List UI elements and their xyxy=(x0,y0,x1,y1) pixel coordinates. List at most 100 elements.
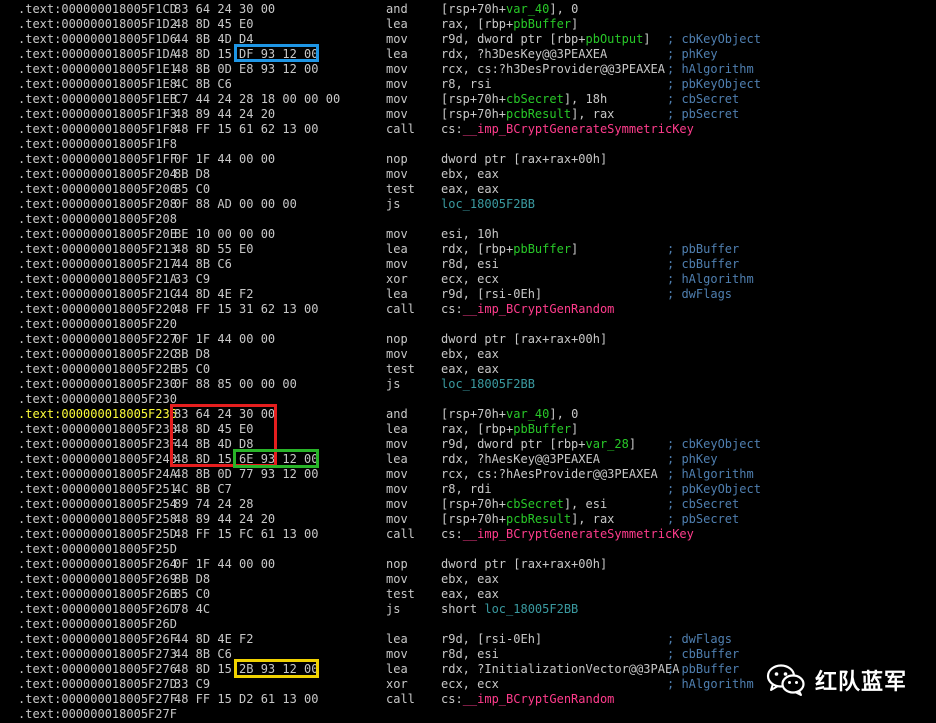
code-line[interactable]: .text:000000018005F206 85 C0 test eax, eax xyxy=(0,182,936,197)
line-address[interactable]: .text:000000018005F204 xyxy=(18,167,177,182)
line-address[interactable]: .text:000000018005F26B xyxy=(18,587,177,602)
line-address[interactable]: .text:000000018005F26D xyxy=(18,617,177,632)
code-line[interactable]: .text:000000018005F217 44 8B C6 mov r8d, es… xyxy=(0,257,936,272)
code-line[interactable]: .text:000000018005F23F 44 8B 4D D8 mov r9d,… xyxy=(0,437,936,452)
code-line[interactable]: .text:000000018005F251 4C 8B C7 mov r8, rdi… xyxy=(0,482,936,497)
operand-reference[interactable]: cbSecret xyxy=(506,92,564,106)
line-address[interactable]: .text:000000018005F264 xyxy=(18,557,177,572)
code-line[interactable]: .text:000000018005F230 xyxy=(0,392,936,407)
code-line[interactable]: .text:000000018005F22C 8B D8 mov ebx, eax xyxy=(0,347,936,362)
code-line[interactable]: .text:000000018005F243 48 8D 15 6E 93 12 … xyxy=(0,452,936,467)
code-line[interactable]: .text:000000018005F1DA 48 8D 15 DF 93 12 … xyxy=(0,47,936,62)
line-address[interactable]: .text:000000018005F227 xyxy=(18,332,177,347)
operand-reference[interactable]: pbBuffer xyxy=(513,242,571,256)
operand-reference[interactable]: pbOutput xyxy=(586,32,644,46)
line-address[interactable]: .text:000000018005F230 xyxy=(18,392,177,407)
code-line[interactable]: .text:000000018005F25D xyxy=(0,542,936,557)
line-address[interactable]: .text:000000018005F21A xyxy=(18,272,177,287)
line-address[interactable]: .text:000000018005F1F8 xyxy=(18,137,177,152)
code-line[interactable]: .text:000000018005F204 8B D8 mov ebx, eax xyxy=(0,167,936,182)
code-line[interactable]: .text:000000018005F25D 48 FF 15 FC 61 13 … xyxy=(0,527,936,542)
code-line[interactable]: .text:000000018005F23B 48 8D 45 E0 lea rax,… xyxy=(0,422,936,437)
line-address[interactable]: .text:000000018005F21C xyxy=(18,287,177,302)
code-line[interactable]: .text:000000018005F26D 78 4C js short loc_1… xyxy=(0,602,936,617)
code-line[interactable]: .text:000000018005F1D2 48 8D 45 E0 lea rax,… xyxy=(0,17,936,32)
code-line[interactable]: .text:000000018005F220 48 FF 15 31 62 13 … xyxy=(0,302,936,317)
operand-reference[interactable]: loc_18005F2BB xyxy=(484,602,578,616)
operand-reference[interactable]: __imp_BCryptGenerateSymmetricKey xyxy=(463,122,694,136)
code-line[interactable]: .text:000000018005F26F 44 8D 4E F2 lea r9d,… xyxy=(0,632,936,647)
line-address[interactable]: .text:000000018005F25D xyxy=(18,527,177,542)
code-line[interactable]: .text:000000018005F213 48 8D 55 E0 lea rdx,… xyxy=(0,242,936,257)
code-line[interactable]: .text:000000018005F254 89 74 24 28 mov [rsp… xyxy=(0,497,936,512)
line-address[interactable]: .text:000000018005F236 xyxy=(18,407,177,422)
code-line[interactable]: .text:000000018005F20E BE 10 00 00 00 mov e… xyxy=(0,227,936,242)
code-line[interactable]: .text:000000018005F1F3 48 89 44 24 20 mov [… xyxy=(0,107,936,122)
code-line[interactable]: .text:000000018005F21C 44 8D 4E F2 lea r9d,… xyxy=(0,287,936,302)
line-address[interactable]: .text:000000018005F276 xyxy=(18,662,177,677)
code-line[interactable]: .text:000000018005F269 8B D8 mov ebx, eax xyxy=(0,572,936,587)
line-address[interactable]: .text:000000018005F1DA xyxy=(18,47,177,62)
operand-reference[interactable]: pbBuffer xyxy=(513,17,571,31)
code-line[interactable]: .text:000000018005F1FF 0F 1F 44 00 00 nop d… xyxy=(0,152,936,167)
operand-reference[interactable]: var_40 xyxy=(506,2,549,16)
code-line[interactable]: .text:000000018005F1E8 4C 8B C6 mov r8, rsi… xyxy=(0,77,936,92)
operand-reference[interactable]: var_40 xyxy=(506,407,549,421)
code-line[interactable]: .text:000000018005F227 0F 1F 44 00 00 nop d… xyxy=(0,332,936,347)
disassembly-listing[interactable]: .text:000000018005F1CD 83 64 24 30 00 and[… xyxy=(0,0,936,723)
operand-reference[interactable]: loc_18005F2BB xyxy=(441,377,535,391)
code-line[interactable]: .text:000000018005F236 83 64 24 30 00 and [… xyxy=(0,407,936,422)
code-line[interactable]: .text:000000018005F264 0F 1F 44 00 00 nop d… xyxy=(0,557,936,572)
line-address[interactable]: .text:000000018005F1F8 xyxy=(18,122,177,137)
operand-reference[interactable]: pbBuffer xyxy=(513,422,571,436)
line-address[interactable]: .text:000000018005F27F xyxy=(18,692,177,707)
code-line[interactable]: .text:000000018005F1D6 44 8B 4D D4 mov r9d,… xyxy=(0,32,936,47)
line-address[interactable]: .text:000000018005F20E xyxy=(18,227,177,242)
code-line[interactable]: .text:000000018005F26D xyxy=(0,617,936,632)
operand-reference[interactable]: cbSecret xyxy=(506,497,564,511)
code-line[interactable]: .text:000000018005F220 xyxy=(0,317,936,332)
line-address[interactable]: .text:000000018005F208 xyxy=(18,212,177,227)
line-address[interactable]: .text:000000018005F217 xyxy=(18,257,177,272)
line-address[interactable]: .text:000000018005F254 xyxy=(18,497,177,512)
operand-reference[interactable]: __imp_BCryptGenRandom xyxy=(463,302,615,316)
line-address[interactable]: .text:000000018005F206 xyxy=(18,182,177,197)
line-address[interactable]: .text:000000018005F220 xyxy=(18,302,177,317)
line-address[interactable]: .text:000000018005F26F xyxy=(18,632,177,647)
operand-reference[interactable]: loc_18005F2BB xyxy=(441,197,535,211)
line-address[interactable]: .text:000000018005F273 xyxy=(18,647,177,662)
line-address[interactable]: .text:000000018005F1E8 xyxy=(18,77,177,92)
code-line[interactable]: .text:000000018005F21A 33 C9 xor ecx, ecx ; … xyxy=(0,272,936,287)
code-line[interactable]: .text:000000018005F230 0F 88 85 00 00 00 j… xyxy=(0,377,936,392)
code-line[interactable]: .text:000000018005F22E 85 C0 test eax, eax xyxy=(0,362,936,377)
line-address[interactable]: .text:000000018005F23F xyxy=(18,437,177,452)
code-line[interactable]: .text:000000018005F1E1 48 8B 0D E8 93 12 … xyxy=(0,62,936,77)
line-address[interactable]: .text:000000018005F26D xyxy=(18,602,177,617)
line-address[interactable]: .text:000000018005F1FF xyxy=(18,152,177,167)
line-address[interactable]: .text:000000018005F1D2 xyxy=(18,17,177,32)
operand-reference[interactable]: var_28 xyxy=(586,437,629,451)
code-line[interactable]: .text:000000018005F24A 48 8B 0D 77 93 12 … xyxy=(0,467,936,482)
code-line[interactable]: .text:000000018005F1EB C7 44 24 28 18 00 … xyxy=(0,92,936,107)
line-address[interactable]: .text:000000018005F27D xyxy=(18,677,177,692)
code-line[interactable]: .text:000000018005F208 0F 88 AD 00 00 00 j… xyxy=(0,197,936,212)
line-address[interactable]: .text:000000018005F269 xyxy=(18,572,177,587)
operand-reference[interactable]: pcbResult xyxy=(506,512,571,526)
operand-reference[interactable]: __imp_BCryptGenerateSymmetricKey xyxy=(463,527,694,541)
line-address[interactable]: .text:000000018005F22C xyxy=(18,347,177,362)
operand-reference[interactable]: __imp_BCryptGenRandom xyxy=(463,692,615,706)
code-line[interactable]: .text:000000018005F27F xyxy=(0,707,936,722)
line-address[interactable]: .text:000000018005F220 xyxy=(18,317,177,332)
line-address[interactable]: .text:000000018005F25D xyxy=(18,542,177,557)
line-address[interactable]: .text:000000018005F243 xyxy=(18,452,177,467)
line-address[interactable]: .text:000000018005F22E xyxy=(18,362,177,377)
line-address[interactable]: .text:000000018005F1EB xyxy=(18,92,177,107)
code-line[interactable]: .text:000000018005F208 xyxy=(0,212,936,227)
line-address[interactable]: .text:000000018005F27F xyxy=(18,707,177,722)
line-address[interactable]: .text:000000018005F1F3 xyxy=(18,107,177,122)
line-address[interactable]: .text:000000018005F251 xyxy=(18,482,177,497)
code-line[interactable]: .text:000000018005F1F8 48 FF 15 61 62 13 … xyxy=(0,122,936,137)
code-line[interactable]: .text:000000018005F1CD 83 64 24 30 00 and [… xyxy=(0,2,936,17)
line-address[interactable]: .text:000000018005F230 xyxy=(18,377,177,392)
line-address[interactable]: .text:000000018005F258 xyxy=(18,512,177,527)
